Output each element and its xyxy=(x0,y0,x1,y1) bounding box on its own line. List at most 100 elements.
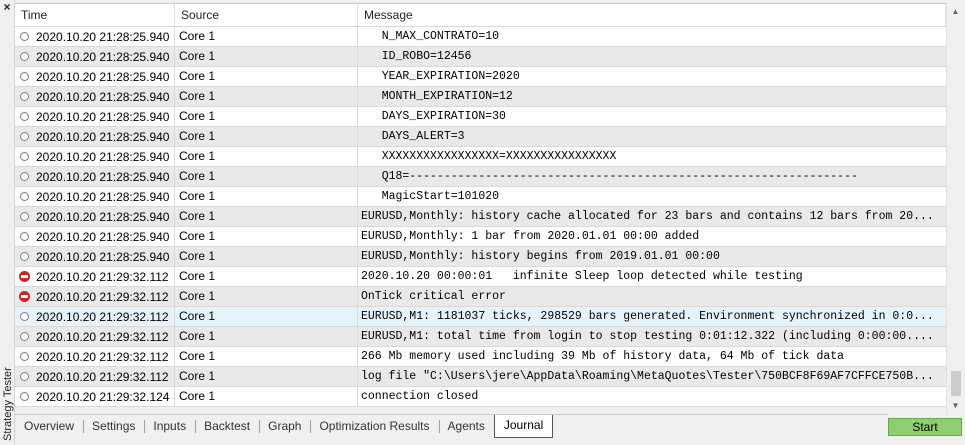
log-time-cell: 2020.10.20 21:29:32.112 xyxy=(15,307,175,326)
log-time: 2020.10.20 21:29:32.112 xyxy=(36,289,169,304)
log-row[interactable]: 2020.10.20 21:28:25.940 Core 1 MONTH_EXPI… xyxy=(15,87,946,107)
log-message: EURUSD,Monthly: history cache allocated … xyxy=(361,210,934,223)
log-time-cell: 2020.10.20 21:28:25.940 xyxy=(15,67,175,86)
info-icon xyxy=(20,232,29,241)
log-time: 2020.10.20 21:29:32.112 xyxy=(36,309,169,324)
log-row[interactable]: 2020.10.20 21:29:32.112 Core 1 266 Mb memo… xyxy=(15,347,946,367)
log-row[interactable]: 2020.10.20 21:29:32.112 Core 1 EURUSD,M1: … xyxy=(15,327,946,347)
log-time-cell: 2020.10.20 21:29:32.112 xyxy=(15,327,175,346)
log-time-cell: 2020.10.20 21:28:25.940 xyxy=(15,227,175,246)
scroll-up-arrow-icon[interactable]: ▲ xyxy=(947,3,964,20)
log-source: Core 1 xyxy=(175,187,358,206)
log-time-cell: 2020.10.20 21:28:25.940 xyxy=(15,187,175,206)
log-time-cell: 2020.10.20 21:28:25.940 xyxy=(15,247,175,266)
log-message: Q18=------------------------------------… xyxy=(361,170,858,183)
log-source: Core 1 xyxy=(175,227,358,246)
close-icon[interactable]: × xyxy=(1,1,13,13)
log-row[interactable]: 2020.10.20 21:28:25.940 Core 1 EURUSD,Mont… xyxy=(15,207,946,227)
log-time-cell: 2020.10.20 21:28:25.940 xyxy=(15,87,175,106)
log-row[interactable]: 2020.10.20 21:29:32.112 Core 1 2020.10.20 … xyxy=(15,267,946,287)
log-message: DAYS_ALERT=3 xyxy=(361,130,465,143)
log-message: EURUSD,M1: total time from login to stop… xyxy=(361,330,934,343)
grid-header: Time Source Message xyxy=(15,4,946,27)
log-row[interactable]: 2020.10.20 21:28:25.940 Core 1 DAYS_ALERT… xyxy=(15,127,946,147)
log-message: EURUSD,Monthly: history begins from 2019… xyxy=(361,250,720,263)
log-message: log file "C:\Users\jere\AppData\Roaming\… xyxy=(361,370,934,383)
log-time: 2020.10.20 21:28:25.940 xyxy=(36,69,170,84)
info-icon xyxy=(20,92,29,101)
log-message: XXXXXXXXXXXXXXXXX=XXXXXXXXXXXXXXXX xyxy=(361,150,617,163)
tab-journal[interactable]: Journal xyxy=(493,415,554,438)
tab-graph[interactable]: Graph xyxy=(259,415,310,438)
log-source: Core 1 xyxy=(175,347,358,366)
log-source: Core 1 xyxy=(175,87,358,106)
error-icon xyxy=(19,271,30,282)
info-icon xyxy=(20,172,29,181)
log-row[interactable]: 2020.10.20 21:28:25.940 Core 1 EURUSD,Mont… xyxy=(15,227,946,247)
log-row[interactable]: 2020.10.20 21:29:32.124 Core 1 connection … xyxy=(15,387,946,407)
info-icon xyxy=(20,392,29,401)
log-message: 2020.10.20 00:00:01 infinite Sleep loop … xyxy=(361,270,803,283)
log-source: Core 1 xyxy=(175,387,358,406)
info-icon xyxy=(20,332,29,341)
log-message: MagicStart=101020 xyxy=(361,190,500,203)
log-time-cell: 2020.10.20 21:28:25.940 xyxy=(15,147,175,166)
log-time-cell: 2020.10.20 21:28:25.940 xyxy=(15,127,175,146)
log-row[interactable]: 2020.10.20 21:28:25.940 Core 1 EURUSD,Mont… xyxy=(15,247,946,267)
log-message: ID_ROBO=12456 xyxy=(361,50,472,63)
log-message: EURUSD,Monthly: 1 bar from 2020.01.01 00… xyxy=(361,230,700,243)
log-message: YEAR_EXPIRATION=2020 xyxy=(361,70,520,83)
log-time: 2020.10.20 21:28:25.940 xyxy=(36,169,170,184)
info-icon xyxy=(20,152,29,161)
vertical-scrollbar[interactable]: ▲ ▼ xyxy=(946,3,963,414)
tab-backtest[interactable]: Backtest xyxy=(195,415,259,438)
log-row[interactable]: 2020.10.20 21:28:25.940 Core 1 YEAR_EXPIR… xyxy=(15,67,946,87)
log-message: DAYS_EXPIRATION=30 xyxy=(361,110,506,123)
journal-grid: Time Source Message 2020.10.20 21:28:25.… xyxy=(15,3,946,407)
tab-inputs[interactable]: Inputs xyxy=(144,415,195,438)
start-button[interactable]: Start xyxy=(888,418,962,436)
column-header-message[interactable]: Message xyxy=(358,4,946,26)
log-row[interactable]: 2020.10.20 21:29:32.112 Core 1 OnTick crit… xyxy=(15,287,946,307)
log-time-cell: 2020.10.20 21:28:25.940 xyxy=(15,27,175,46)
log-time: 2020.10.20 21:28:25.940 xyxy=(36,229,170,244)
tab-settings[interactable]: Settings xyxy=(83,415,144,438)
log-row[interactable]: 2020.10.20 21:28:25.940 Core 1 XXXXXXXXXX… xyxy=(15,147,946,167)
log-row[interactable]: 2020.10.20 21:28:25.940 Core 1 ID_ROBO=12… xyxy=(15,47,946,67)
log-time: 2020.10.20 21:29:32.112 xyxy=(36,369,169,384)
log-source: Core 1 xyxy=(175,147,358,166)
log-row[interactable]: 2020.10.20 21:28:25.940 Core 1 DAYS_EXPIR… xyxy=(15,107,946,127)
log-time: 2020.10.20 21:28:25.940 xyxy=(36,109,170,124)
log-time: 2020.10.20 21:28:25.940 xyxy=(36,249,170,264)
log-time-cell: 2020.10.20 21:28:25.940 xyxy=(15,47,175,66)
info-icon xyxy=(20,72,29,81)
panel-title-text: Strategy Tester xyxy=(1,367,14,441)
log-time-cell: 2020.10.20 21:29:32.112 xyxy=(15,287,175,306)
info-icon xyxy=(20,252,29,261)
log-source: Core 1 xyxy=(175,287,358,306)
log-rows: 2020.10.20 21:28:25.940 Core 1 N_MAX_CONT… xyxy=(15,27,946,407)
info-icon xyxy=(20,352,29,361)
log-row[interactable]: 2020.10.20 21:28:25.940 Core 1 Q18=------… xyxy=(15,167,946,187)
log-source: Core 1 xyxy=(175,267,358,286)
log-time: 2020.10.20 21:28:25.940 xyxy=(36,89,170,104)
column-header-time[interactable]: Time xyxy=(15,4,175,26)
log-row[interactable]: 2020.10.20 21:29:32.112 Core 1 log file "C… xyxy=(15,367,946,387)
log-time-cell: 2020.10.20 21:28:25.940 xyxy=(15,107,175,126)
log-row[interactable]: 2020.10.20 21:28:25.940 Core 1 MagicStart… xyxy=(15,187,946,207)
error-icon xyxy=(19,291,30,302)
log-time: 2020.10.20 21:29:32.112 xyxy=(36,349,169,364)
log-message: 266 Mb memory used including 39 Mb of hi… xyxy=(361,350,845,363)
log-time: 2020.10.20 21:28:25.940 xyxy=(36,129,170,144)
scroll-thumb[interactable] xyxy=(951,371,961,396)
tab-optimization-results[interactable]: Optimization Results xyxy=(310,415,438,438)
log-time: 2020.10.20 21:28:25.940 xyxy=(36,189,170,204)
scroll-down-arrow-icon[interactable]: ▼ xyxy=(947,397,964,414)
tab-overview[interactable]: Overview xyxy=(15,415,83,438)
log-row[interactable]: 2020.10.20 21:29:32.112 Core 1 EURUSD,M1: … xyxy=(15,307,946,327)
info-icon xyxy=(20,192,29,201)
log-row[interactable]: 2020.10.20 21:28:25.940 Core 1 N_MAX_CONT… xyxy=(15,27,946,47)
tab-agents[interactable]: Agents xyxy=(438,415,494,438)
column-header-source[interactable]: Source xyxy=(175,4,358,26)
log-source: Core 1 xyxy=(175,327,358,346)
